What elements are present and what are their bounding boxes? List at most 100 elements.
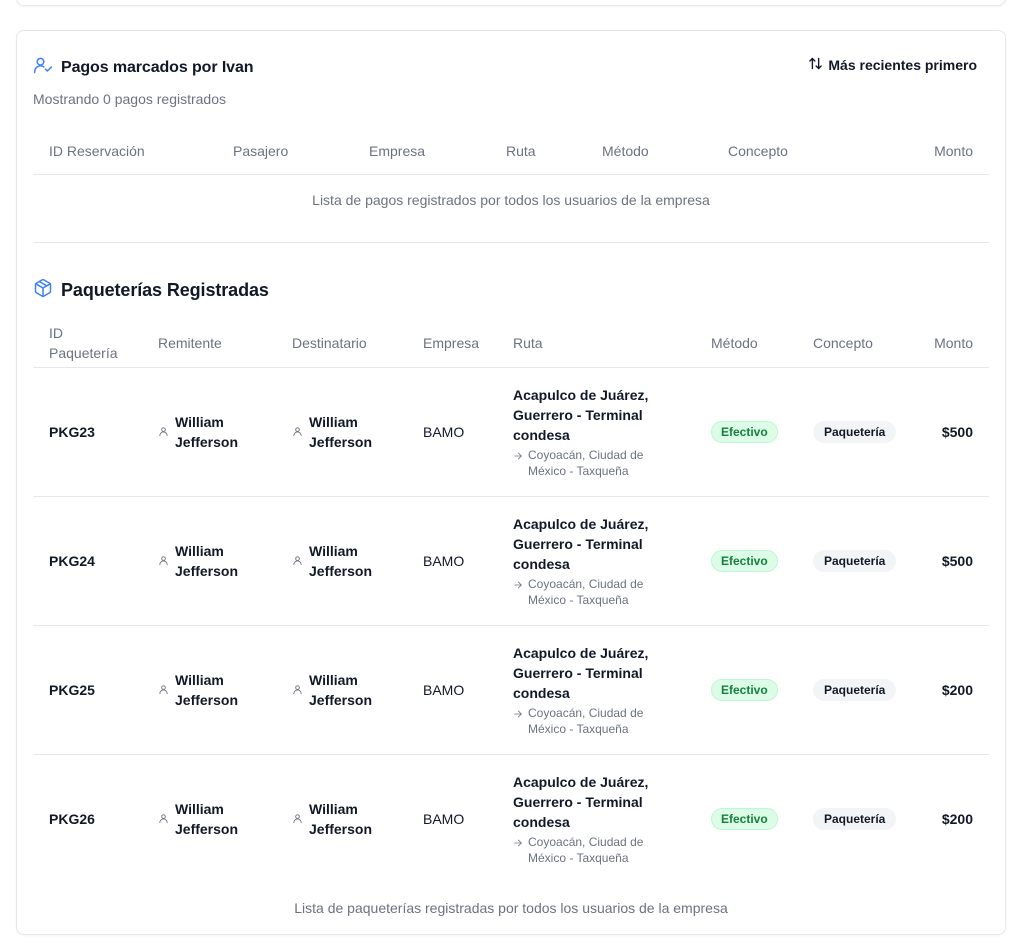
recipient-name: William Jefferson xyxy=(309,542,373,579)
company-name: BAMO xyxy=(423,552,465,569)
pagos-title: Pagos marcados por Ivan xyxy=(61,58,254,76)
column-header: Concepto xyxy=(728,142,788,159)
concept-badge: Paquetería xyxy=(813,678,897,701)
method-cell: Efectivo xyxy=(711,496,813,625)
column-header: ID Reservación xyxy=(49,142,145,159)
paqueterias-section-header: Paqueterías Registradas xyxy=(33,278,269,303)
sender-cell: William Jefferson xyxy=(158,367,292,496)
concept-cell: Paquetería xyxy=(813,367,913,496)
concept-cell: Paquetería xyxy=(813,496,913,625)
user-icon xyxy=(158,551,169,571)
package-id: PKG24 xyxy=(49,552,95,569)
table-row[interactable]: PKG24 William Jefferson William Jefferso… xyxy=(33,496,989,625)
column-header: Remitente xyxy=(158,334,222,351)
user-icon xyxy=(292,551,303,571)
sender-name: William Jefferson xyxy=(175,800,239,837)
concept-badge: Paquetería xyxy=(813,807,897,830)
column-header: Pasajero xyxy=(233,142,289,159)
recipient-name: William Jefferson xyxy=(309,671,373,708)
column-header: Empresa xyxy=(369,142,426,159)
company-name: BAMO xyxy=(423,810,465,827)
route-cell: Acapulco de Juárez, Guerrero - Terminal … xyxy=(513,754,711,883)
table-header-row: ID Paquetería Remitente Destinatario Emp… xyxy=(33,319,989,367)
paqueterias-table: ID Paquetería Remitente Destinatario Emp… xyxy=(33,319,989,883)
concept-cell: Paquetería xyxy=(813,625,913,754)
route-cell: Acapulco de Juárez, Guerrero - Terminal … xyxy=(513,367,711,496)
pagos-table-caption: Lista de pagos registrados por todos los… xyxy=(312,192,710,208)
user-icon xyxy=(158,422,169,442)
column-header: Empresa xyxy=(423,334,480,351)
table-row[interactable]: PKG23 William Jefferson William Jefferso… xyxy=(33,367,989,496)
paqueterias-title: Paqueterías Registradas xyxy=(61,280,269,300)
route-destination: Coyoacán, Ciudad de México - Taxqueña xyxy=(528,447,644,478)
user-icon xyxy=(158,809,169,829)
package-id: PKG26 xyxy=(49,810,95,827)
route-destination: Coyoacán, Ciudad de México - Taxqueña xyxy=(528,576,644,607)
arrow-right-icon xyxy=(513,705,523,723)
method-cell: Efectivo xyxy=(711,754,813,883)
pagos-section-header: Pagos marcados por Ivan xyxy=(33,55,254,80)
column-header: ID Paquetería xyxy=(49,324,118,361)
user-icon xyxy=(292,680,303,700)
route-origin: Acapulco de Juárez, Guerrero - Terminal … xyxy=(513,644,649,701)
sender-cell: William Jefferson xyxy=(158,754,292,883)
sender-cell: William Jefferson xyxy=(158,496,292,625)
table-row[interactable]: PKG25 William Jefferson William Jefferso… xyxy=(33,625,989,754)
company-name: BAMO xyxy=(423,423,465,440)
recipient-cell: William Jefferson xyxy=(292,754,423,883)
user-icon xyxy=(158,680,169,700)
route-origin: Acapulco de Juárez, Guerrero - Terminal … xyxy=(513,386,649,443)
sender-name: William Jefferson xyxy=(175,413,239,450)
method-badge: Efectivo xyxy=(711,678,778,701)
method-badge: Efectivo xyxy=(711,549,778,572)
recipient-cell: William Jefferson xyxy=(292,625,423,754)
amount: $500 xyxy=(941,552,973,569)
amount: $200 xyxy=(941,681,973,698)
recipient-name: William Jefferson xyxy=(309,413,373,450)
column-header: Método xyxy=(711,334,758,351)
route-cell: Acapulco de Juárez, Guerrero - Terminal … xyxy=(513,625,711,754)
column-header: Concepto xyxy=(813,334,873,351)
column-header: Ruta xyxy=(513,334,543,351)
arrow-right-icon xyxy=(513,576,523,594)
sort-button[interactable]: Más recientes primero xyxy=(808,56,977,74)
pagos-table: ID Reservación Pasajero Empresa Ruta Mét… xyxy=(33,128,989,175)
concept-cell: Paquetería xyxy=(813,754,913,883)
table-row[interactable]: PKG26 William Jefferson William Jefferso… xyxy=(33,754,989,883)
company-name: BAMO xyxy=(423,681,465,698)
column-header: Destinatario xyxy=(292,334,367,351)
payments-card: Pagos marcados por Ivan Más recientes pr… xyxy=(16,30,1006,935)
section-divider xyxy=(33,242,989,243)
sender-name: William Jefferson xyxy=(175,542,239,579)
pagos-count-text: Mostrando 0 pagos registrados xyxy=(33,91,226,107)
table-header-row: ID Reservación Pasajero Empresa Ruta Mét… xyxy=(33,128,989,174)
package-icon xyxy=(33,278,53,303)
concept-badge: Paquetería xyxy=(813,549,897,572)
method-cell: Efectivo xyxy=(711,367,813,496)
route-cell: Acapulco de Juárez, Guerrero - Terminal … xyxy=(513,496,711,625)
route-destination: Coyoacán, Ciudad de México - Taxqueña xyxy=(528,705,644,736)
arrow-right-icon xyxy=(513,834,523,852)
amount: $200 xyxy=(941,810,973,827)
sort-arrows-icon xyxy=(808,56,823,74)
route-origin: Acapulco de Juárez, Guerrero - Terminal … xyxy=(513,773,649,830)
package-id: PKG25 xyxy=(49,681,95,698)
method-badge: Efectivo xyxy=(711,420,778,443)
user-icon xyxy=(292,809,303,829)
amount: $500 xyxy=(941,423,973,440)
arrow-right-icon xyxy=(513,447,523,465)
recipient-cell: William Jefferson xyxy=(292,496,423,625)
route-destination: Coyoacán, Ciudad de México - Taxqueña xyxy=(528,834,644,865)
user-check-icon xyxy=(33,55,53,80)
column-header: Método xyxy=(602,142,649,159)
column-header: Monto xyxy=(934,334,973,351)
concept-badge: Paquetería xyxy=(813,420,897,443)
sender-name: William Jefferson xyxy=(175,671,239,708)
package-id: PKG23 xyxy=(49,423,95,440)
recipient-name: William Jefferson xyxy=(309,800,373,837)
column-header: Monto xyxy=(934,142,973,159)
sort-label: Más recientes primero xyxy=(828,57,977,73)
column-header: Ruta xyxy=(506,142,536,159)
method-badge: Efectivo xyxy=(711,807,778,830)
sender-cell: William Jefferson xyxy=(158,625,292,754)
